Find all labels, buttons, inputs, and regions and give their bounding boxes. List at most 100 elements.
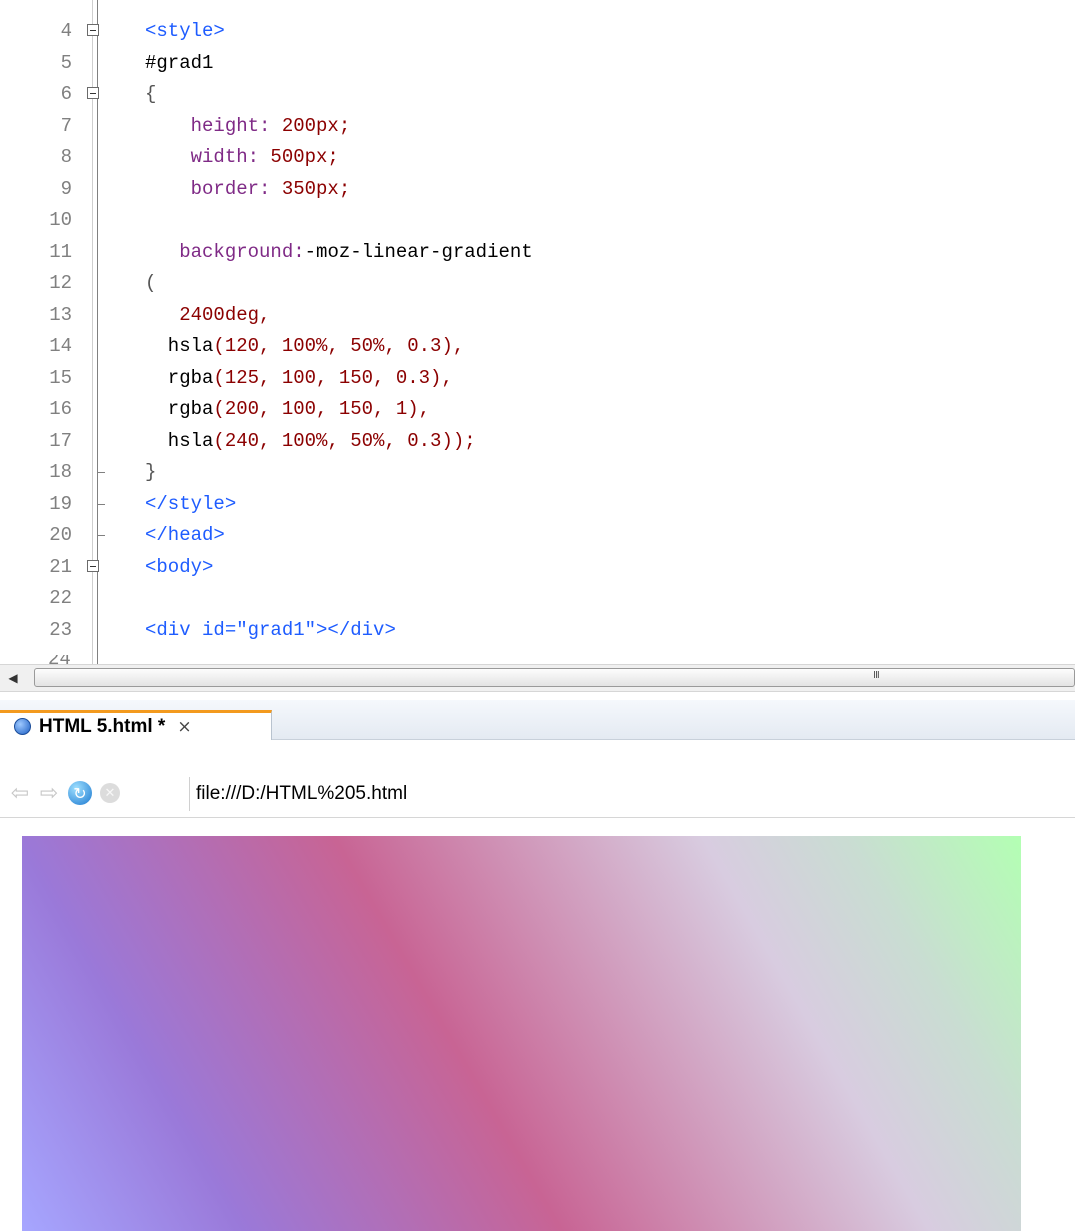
line-number: 22 bbox=[49, 587, 72, 609]
tab-title: HTML 5.html * bbox=[39, 715, 166, 737]
line-number: 9 bbox=[60, 177, 72, 200]
code-token: #grad1 bbox=[145, 51, 214, 74]
code-token: 2400deg, bbox=[145, 303, 271, 326]
browser-navigation-bar: ⇦ ⇨ ↻ ✕ file:///D:/HTML%205.html bbox=[0, 770, 1075, 818]
code-line[interactable]: 19 </style> bbox=[0, 489, 1075, 520]
line-number: 13 bbox=[49, 303, 72, 326]
code-line[interactable]: 22 bbox=[0, 583, 1075, 614]
code-line[interactable]: 13 2400deg, bbox=[0, 300, 1075, 331]
code-token: <div id="grad1"></div> bbox=[145, 618, 396, 641]
line-number: 11 bbox=[49, 240, 72, 263]
fold-end-marker bbox=[97, 535, 105, 536]
rendered-page bbox=[0, 818, 1075, 1231]
scrollbar-thumb[interactable] bbox=[34, 668, 1075, 687]
line-number: 21 bbox=[49, 555, 72, 578]
code-text: <style> bbox=[145, 16, 225, 47]
fold-toggle-icon[interactable] bbox=[87, 559, 99, 572]
code-line[interactable]: 15 rgba(125, 100, 150, 0.3), bbox=[0, 363, 1075, 394]
fold-toggle-icon[interactable] bbox=[87, 87, 99, 99]
code-text: border: 350px; bbox=[145, 174, 351, 205]
line-number: 5 bbox=[60, 51, 72, 74]
line-number: 10 bbox=[49, 209, 72, 231]
code-token: -moz-linear-gradient bbox=[304, 240, 533, 263]
code-line[interactable]: 9 border: 350px; bbox=[0, 174, 1075, 205]
code-text: #grad1 bbox=[145, 48, 213, 79]
code-token: <body> bbox=[145, 555, 214, 578]
code-line[interactable]: 21 <body> bbox=[0, 552, 1075, 583]
horizontal-scrollbar[interactable]: ◀ III bbox=[0, 664, 1075, 692]
code-line[interactable]: 7 height: 200px; bbox=[0, 111, 1075, 142]
code-token: hsla bbox=[145, 335, 214, 357]
code-text: width: 500px; bbox=[145, 142, 339, 173]
line-number: 17 bbox=[49, 429, 72, 452]
code-text: ( bbox=[145, 268, 156, 299]
code-token: (125, 100, 150, 0.3), bbox=[213, 366, 453, 389]
code-line[interactable]: 12 ( bbox=[0, 268, 1075, 299]
code-token: (240, 100%, 50%, 0.3)); bbox=[213, 429, 476, 452]
line-number: 18 bbox=[49, 461, 72, 483]
line-number: 8 bbox=[60, 146, 72, 168]
code-line[interactable]: 10 bbox=[0, 205, 1075, 236]
code-token: (120, 100%, 50%, 0.3), bbox=[213, 335, 465, 357]
code-line[interactable]: 14 hsla(120, 100%, 50%, 0.3), bbox=[0, 331, 1075, 362]
code-line[interactable]: 16 rgba(200, 100, 150, 1), bbox=[0, 394, 1075, 425]
code-text: height: 200px; bbox=[145, 111, 351, 142]
code-text: } bbox=[145, 457, 156, 488]
line-number: 12 bbox=[49, 272, 72, 294]
globe-icon bbox=[14, 718, 31, 735]
line-number: 15 bbox=[49, 366, 72, 389]
code-text: { bbox=[145, 79, 156, 110]
scroll-left-icon[interactable]: ◀ bbox=[0, 665, 26, 691]
line-number: 19 bbox=[49, 492, 72, 515]
code-token: 350px; bbox=[281, 177, 351, 200]
code-text: rgba(125, 100, 150, 0.3), bbox=[145, 363, 453, 394]
browser-tab-bar: HTML 5.html * × bbox=[0, 700, 1075, 740]
code-line[interactable]: 8 width: 500px; bbox=[0, 142, 1075, 173]
code-token: </head> bbox=[145, 524, 225, 546]
code-editor[interactable]: 4 <style> 5 #grad1 6{7 height: 200px; 8 width… bbox=[0, 0, 1075, 664]
code-text: <body> bbox=[145, 552, 213, 583]
tab-html5[interactable]: HTML 5.html * × bbox=[0, 710, 272, 740]
code-line[interactable]: 18} bbox=[0, 457, 1075, 488]
line-number: 24 bbox=[48, 655, 71, 664]
code-line[interactable]: 17 hsla(240, 100%, 50%, 0.3)); bbox=[0, 426, 1075, 457]
code-line[interactable]: 4 <style> bbox=[0, 16, 1075, 47]
fold-end-marker bbox=[97, 503, 105, 505]
back-arrow-icon[interactable]: ⇦ bbox=[8, 781, 32, 806]
code-token: } bbox=[145, 461, 157, 483]
code-line[interactable]: 23 <div id="grad1"></div> bbox=[0, 615, 1075, 646]
address-bar[interactable]: file:///D:/HTML%205.html bbox=[189, 777, 1075, 811]
code-token: { bbox=[145, 83, 157, 105]
code-token: ( bbox=[145, 272, 157, 294]
line-number: 6 bbox=[60, 83, 72, 105]
code-text: hsla(240, 100%, 50%, 0.3)); bbox=[145, 426, 476, 457]
code-token: rgba bbox=[145, 366, 214, 389]
fold-end-marker bbox=[97, 472, 105, 473]
code-token: hsla bbox=[145, 429, 214, 452]
code-text: hsla(120, 100%, 50%, 0.3), bbox=[145, 331, 464, 362]
line-number: 20 bbox=[49, 524, 72, 546]
line-number: 14 bbox=[49, 335, 72, 357]
stop-icon[interactable]: ✕ bbox=[100, 783, 120, 803]
code-token: 200px; bbox=[281, 114, 351, 137]
code-line[interactable]: 6{ bbox=[0, 79, 1075, 110]
forward-arrow-icon[interactable]: ⇨ bbox=[37, 781, 61, 806]
code-token: 500px; bbox=[270, 146, 339, 168]
code-line[interactable]: 11 background:-moz-linear-gradient bbox=[0, 237, 1075, 268]
line-number: 4 bbox=[60, 20, 72, 42]
code-token: height: bbox=[145, 114, 282, 137]
line-number: 23 bbox=[49, 618, 72, 641]
code-line[interactable]: 20 </head> bbox=[0, 520, 1075, 551]
code-text: </style> bbox=[145, 489, 236, 520]
code-line[interactable]: 5 #grad1 bbox=[0, 48, 1075, 79]
refresh-icon[interactable]: ↻ bbox=[68, 781, 92, 805]
code-token: background: bbox=[145, 240, 305, 263]
code-token: border: bbox=[145, 177, 282, 200]
code-text: rgba(200, 100, 150, 1), bbox=[145, 394, 430, 425]
code-text: background:-moz-linear-gradient bbox=[145, 237, 533, 268]
fold-toggle-icon[interactable] bbox=[87, 24, 99, 36]
close-icon[interactable]: × bbox=[177, 717, 191, 737]
gradient-div-grad1 bbox=[22, 836, 1021, 1231]
line-number: 16 bbox=[49, 398, 72, 420]
code-token: (200, 100, 150, 1), bbox=[213, 398, 431, 420]
